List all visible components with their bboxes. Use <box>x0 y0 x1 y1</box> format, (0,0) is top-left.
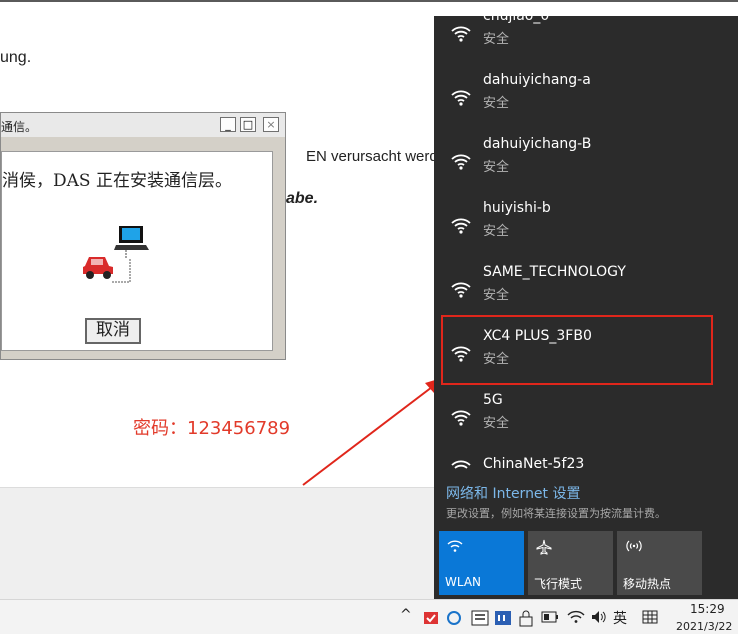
wifi-icon <box>447 540 463 552</box>
airplane-icon <box>536 539 552 555</box>
network-status: 安全 <box>483 224 510 239</box>
network-settings-description: 更改设置，例如将某连接设置为按流量计费。 <box>446 507 666 520</box>
wifi-icon <box>451 282 471 298</box>
input-method-indicator[interactable]: 英 <box>613 608 627 628</box>
wifi-icon <box>451 90 471 106</box>
wifi-icon <box>451 218 471 234</box>
volume-icon[interactable] <box>591 610 609 624</box>
network-status: 安全 <box>483 416 510 431</box>
battery-icon[interactable] <box>541 611 559 623</box>
airplane-mode-tile[interactable]: 飞行模式 <box>528 531 613 595</box>
network-item[interactable]: chujiao_0 安全 <box>434 8 738 72</box>
show-hidden-icons-chevron[interactable]: ^ <box>400 607 412 623</box>
wifi-icon <box>451 154 471 170</box>
network-name: dahuiyichang-a <box>483 72 591 88</box>
hotspot-icon <box>626 540 642 552</box>
tile-label: 飞行模式 <box>534 577 583 591</box>
tile-label: WLAN <box>445 575 482 589</box>
network-item[interactable]: huiyishi-b 安全 <box>434 200 738 264</box>
network-status: 安全 <box>483 288 510 303</box>
wifi-icon <box>451 26 471 42</box>
taskbar: ^ 英 15:29 2021/3/22 <box>0 599 738 634</box>
network-item[interactable]: ChinaNet-5f23 <box>434 456 738 482</box>
network-name: huiyishi-b <box>483 200 551 216</box>
network-item[interactable]: dahuiyichang-a 安全 <box>434 72 738 136</box>
network-name: ChinaNet-5f23 <box>483 456 585 472</box>
mobile-hotspot-tile[interactable]: 移动热点 <box>617 531 702 595</box>
network-item[interactable]: dahuiyichang-B 安全 <box>434 136 738 200</box>
wifi-icon[interactable] <box>567 610 585 624</box>
keyboard-layout-icon[interactable] <box>642 610 658 624</box>
wifi-icon <box>451 460 471 469</box>
app-tray-icon[interactable] <box>471 609 489 627</box>
network-name: dahuiyichang-B <box>483 136 592 152</box>
network-settings-link[interactable]: 网络和 Internet 设置 <box>446 483 581 503</box>
tile-label: 移动热点 <box>623 577 672 591</box>
network-name: chujiao_0 <box>483 8 550 24</box>
highlight-annotation-box <box>441 315 713 385</box>
network-status: 安全 <box>483 96 510 111</box>
security-app-icon[interactable] <box>423 610 439 626</box>
lock-icon[interactable] <box>518 609 534 627</box>
sync-icon[interactable] <box>446 610 462 626</box>
network-status: 安全 <box>483 160 510 175</box>
wlan-toggle-tile[interactable]: WLAN <box>439 531 524 595</box>
wifi-flyout: chujiao_0 安全 dahuiyichang-a 安全 dahuiyich… <box>434 8 738 599</box>
clock-time[interactable]: 15:29 <box>690 602 725 616</box>
network-name: SAME_TECHNOLOGY <box>483 264 626 280</box>
network-name: 5G <box>483 392 503 408</box>
network-status: 安全 <box>483 32 510 47</box>
wifi-icon <box>451 410 471 426</box>
app-tray-icon-2[interactable] <box>494 609 512 627</box>
network-item[interactable]: 5G 安全 <box>434 392 738 456</box>
clock-date[interactable]: 2021/3/22 <box>676 620 732 633</box>
